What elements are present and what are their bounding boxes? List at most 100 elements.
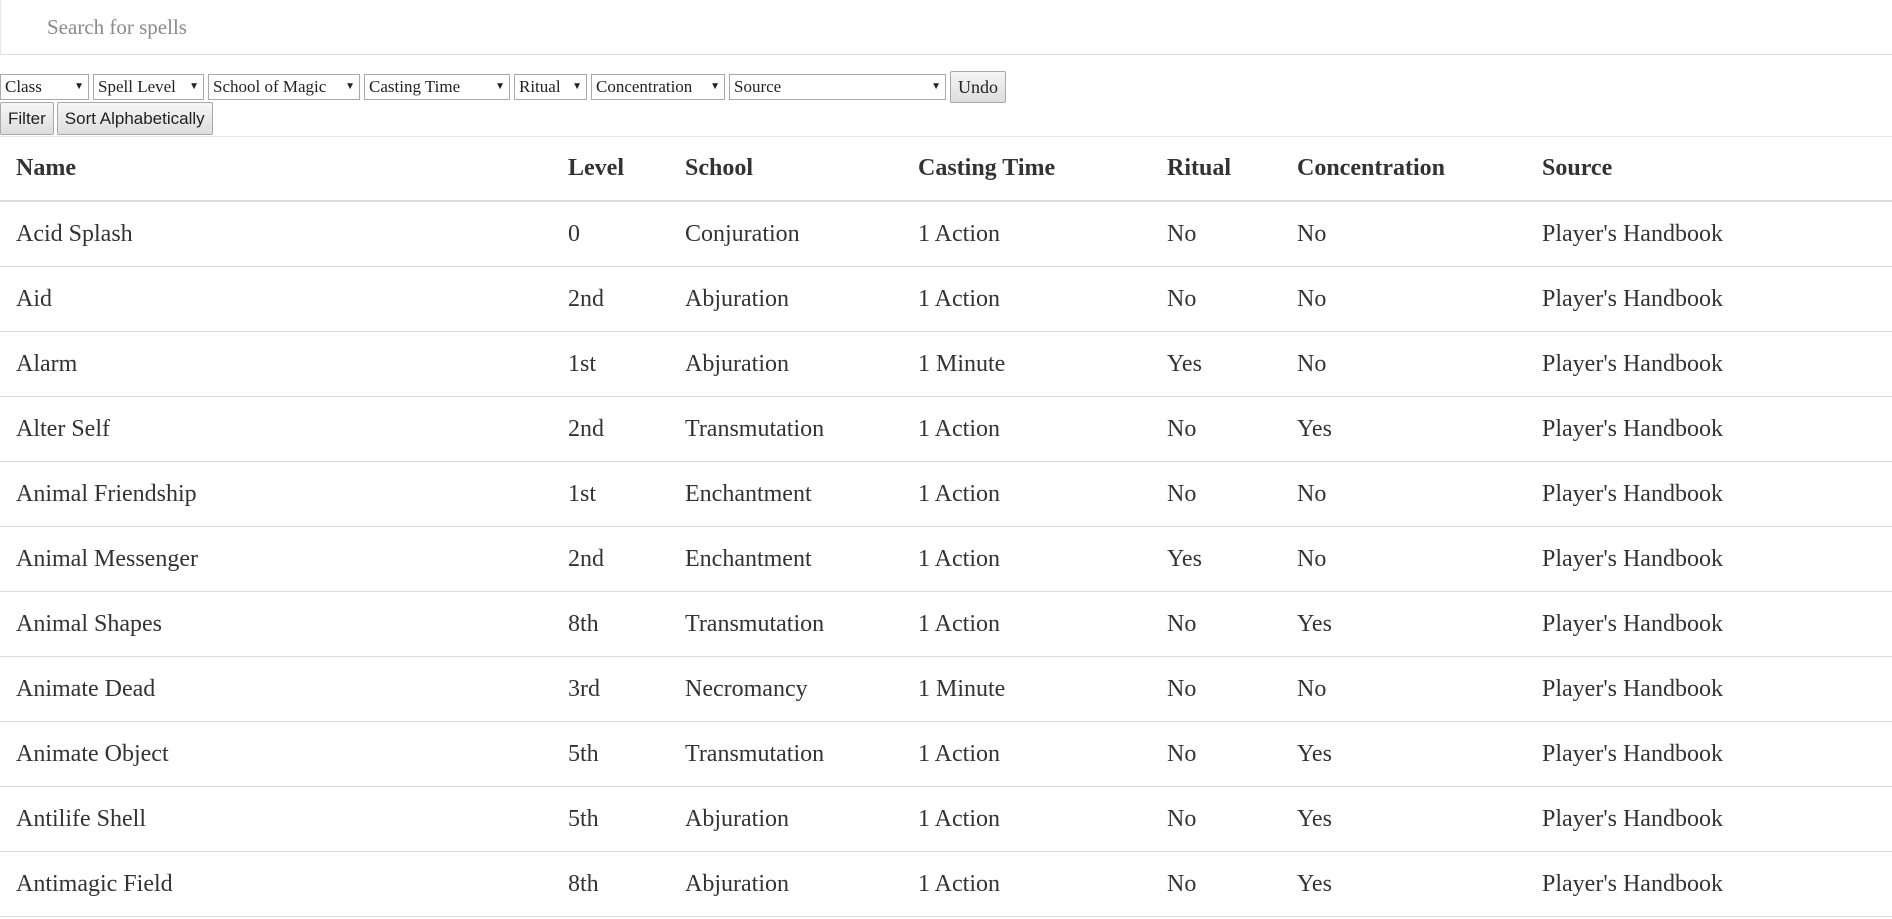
table-row[interactable]: Animal Shapes 8th Transmutation 1 Action… <box>0 591 1892 657</box>
header-casting-time[interactable]: Casting Time <box>918 137 1167 202</box>
sort-alphabetically-button[interactable]: Sort Alphabetically <box>56 102 213 135</box>
cell-source: Player's Handbook <box>1542 591 1892 657</box>
filter-bar: Class ▼ Spell Level ▼ School of Magic ▼ … <box>0 71 1006 103</box>
cell-source: Player's Handbook <box>1542 656 1892 722</box>
table-row[interactable]: Acid Splash 0 Conjuration 1 Action No No… <box>0 201 1892 267</box>
cell-casting-time: 1 Action <box>918 851 1167 917</box>
undo-button[interactable]: Undo <box>950 71 1006 103</box>
search-input[interactable] <box>47 0 1847 54</box>
cell-concentration: No <box>1297 461 1542 527</box>
chevron-down-icon: ▼ <box>345 81 355 92</box>
cell-ritual: No <box>1167 851 1297 917</box>
cell-ritual: No <box>1167 396 1297 462</box>
table-row[interactable]: Antilife Shell 5th Abjuration 1 Action N… <box>0 786 1892 852</box>
header-source[interactable]: Source <box>1542 137 1892 202</box>
cell-name: Antimagic Field <box>0 851 568 917</box>
cell-name: Animal Friendship <box>0 461 568 527</box>
cell-school: Abjuration <box>685 851 918 917</box>
chevron-down-icon: ▼ <box>189 81 199 92</box>
cell-ritual: No <box>1167 721 1297 787</box>
table-row[interactable]: Animate Dead 3rd Necromancy 1 Minute No … <box>0 656 1892 722</box>
cell-name: Antilife Shell <box>0 786 568 852</box>
cell-source: Player's Handbook <box>1542 266 1892 332</box>
cell-level: 2nd <box>568 396 685 462</box>
cell-source: Player's Handbook <box>1542 331 1892 397</box>
cell-level: 2nd <box>568 526 685 592</box>
header-school[interactable]: School <box>685 137 918 202</box>
cell-concentration: No <box>1297 201 1542 267</box>
cell-ritual: No <box>1167 656 1297 722</box>
ritual-select[interactable]: Ritual ▼ <box>514 74 587 100</box>
chevron-down-icon: ▼ <box>572 81 582 92</box>
table-row[interactable]: Animal Friendship 1st Enchantment 1 Acti… <box>0 461 1892 527</box>
cell-name: Alter Self <box>0 396 568 462</box>
casting-time-select-label: Casting Time <box>369 77 461 96</box>
cell-casting-time: 1 Action <box>918 591 1167 657</box>
table-row[interactable]: Antimagic Field 8th Abjuration 1 Action … <box>0 851 1892 917</box>
school-select[interactable]: School of Magic ▼ <box>208 74 360 100</box>
filter-button[interactable]: Filter <box>0 102 54 135</box>
cell-concentration: Yes <box>1297 591 1542 657</box>
header-concentration[interactable]: Concentration <box>1297 137 1542 202</box>
cell-name: Animate Object <box>0 721 568 787</box>
cell-school: Transmutation <box>685 591 918 657</box>
cell-level: 1st <box>568 461 685 527</box>
cell-casting-time: 1 Minute <box>918 656 1167 722</box>
cell-level: 8th <box>568 851 685 917</box>
concentration-select-label: Concentration <box>596 77 693 96</box>
cell-concentration: Yes <box>1297 786 1542 852</box>
spell-level-select[interactable]: Spell Level ▼ <box>93 74 204 100</box>
cell-school: Enchantment <box>685 526 918 592</box>
cell-ritual: No <box>1167 591 1297 657</box>
table-row[interactable]: Animal Messenger 2nd Enchantment 1 Actio… <box>0 526 1892 592</box>
search-bar <box>0 0 1892 55</box>
cell-school: Necromancy <box>685 656 918 722</box>
action-bar: Filter Sort Alphabetically <box>0 102 216 135</box>
cell-source: Player's Handbook <box>1542 526 1892 592</box>
cell-ritual: No <box>1167 266 1297 332</box>
chevron-down-icon: ▼ <box>710 81 720 92</box>
cell-ritual: No <box>1167 786 1297 852</box>
header-level[interactable]: Level <box>568 137 685 202</box>
cell-level: 5th <box>568 786 685 852</box>
header-name[interactable]: Name <box>0 137 568 202</box>
cell-name: Acid Splash <box>0 201 568 267</box>
cell-name: Animal Shapes <box>0 591 568 657</box>
ritual-select-label: Ritual <box>519 77 561 96</box>
cell-ritual: Yes <box>1167 526 1297 592</box>
cell-level: 1st <box>568 331 685 397</box>
cell-casting-time: 1 Action <box>918 786 1167 852</box>
cell-school: Transmutation <box>685 721 918 787</box>
cell-school: Enchantment <box>685 461 918 527</box>
cell-school: Transmutation <box>685 396 918 462</box>
concentration-select[interactable]: Concentration ▼ <box>591 74 725 100</box>
cell-casting-time: 1 Action <box>918 266 1167 332</box>
cell-source: Player's Handbook <box>1542 721 1892 787</box>
school-select-label: School of Magic <box>213 77 327 96</box>
cell-level: 0 <box>568 201 685 267</box>
class-select[interactable]: Class ▼ <box>0 74 89 100</box>
cell-concentration: Yes <box>1297 396 1542 462</box>
cell-school: Conjuration <box>685 201 918 267</box>
table-row[interactable]: Aid 2nd Abjuration 1 Action No No Player… <box>0 266 1892 332</box>
table-row[interactable]: Alarm 1st Abjuration 1 Minute Yes No Pla… <box>0 331 1892 397</box>
header-ritual[interactable]: Ritual <box>1167 137 1297 202</box>
cell-casting-time: 1 Minute <box>918 331 1167 397</box>
cell-name: Alarm <box>0 331 568 397</box>
table-row[interactable]: Alter Self 2nd Transmutation 1 Action No… <box>0 396 1892 462</box>
table-row[interactable]: Animate Object 5th Transmutation 1 Actio… <box>0 721 1892 787</box>
class-select-label: Class <box>5 77 42 96</box>
cell-ritual: No <box>1167 201 1297 267</box>
cell-name: Animal Messenger <box>0 526 568 592</box>
cell-source: Player's Handbook <box>1542 851 1892 917</box>
cell-ritual: No <box>1167 461 1297 527</box>
chevron-down-icon: ▼ <box>74 81 84 92</box>
cell-level: 3rd <box>568 656 685 722</box>
cell-source: Player's Handbook <box>1542 201 1892 267</box>
casting-time-select[interactable]: Casting Time ▼ <box>364 74 510 100</box>
source-select[interactable]: Source ▼ <box>729 74 946 100</box>
cell-casting-time: 1 Action <box>918 201 1167 267</box>
cell-concentration: Yes <box>1297 851 1542 917</box>
cell-concentration: No <box>1297 526 1542 592</box>
spells-table: Name Level School Casting Time Ritual Co… <box>0 137 1892 917</box>
